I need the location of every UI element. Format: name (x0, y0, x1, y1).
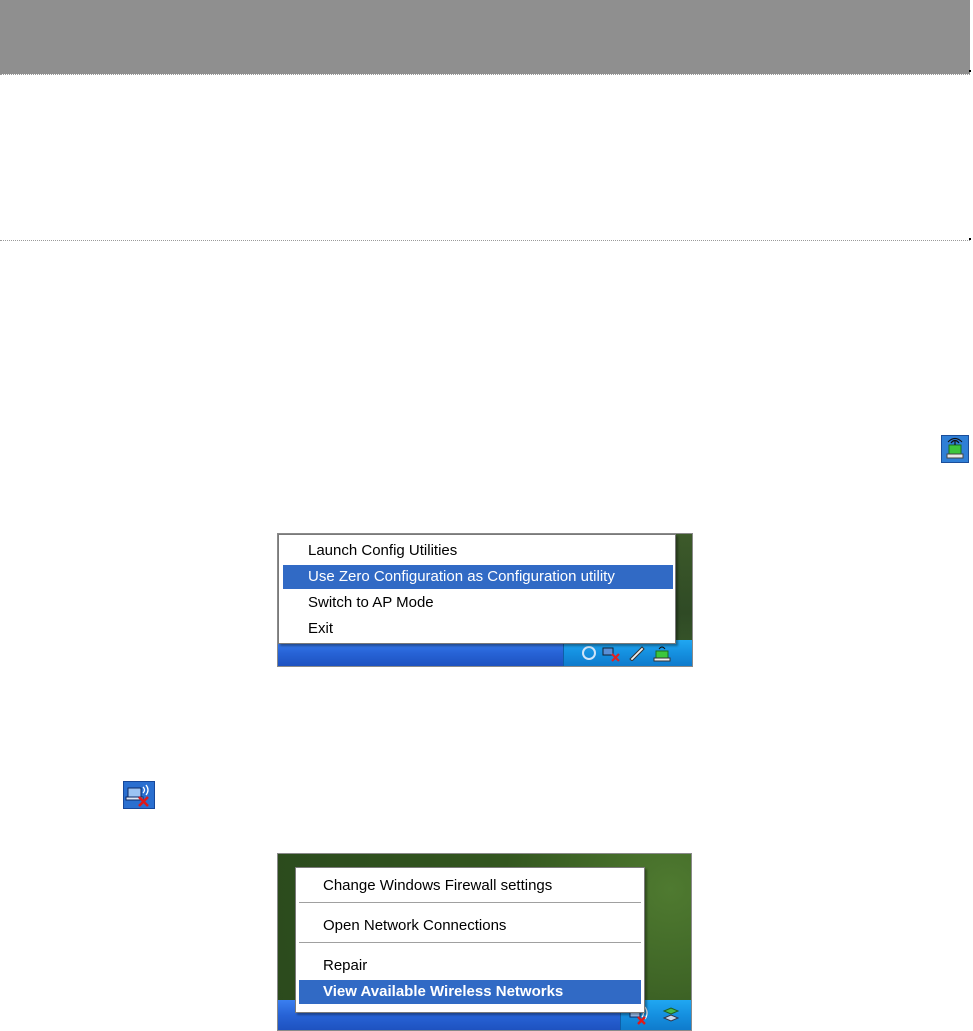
wireless-context-menu: Change Windows Firewall settings Open Ne… (295, 867, 645, 1013)
menu-item-open-network-connections[interactable]: Open Network Connections (299, 914, 641, 938)
header-corner-mark (969, 70, 971, 72)
ralink-tray-icon[interactable] (652, 643, 672, 663)
menu-item-exit[interactable]: Exit (283, 617, 673, 641)
header-divider (0, 74, 970, 75)
menu-item-use-zero-config[interactable]: Use Zero Configuration as Configuration … (283, 565, 673, 589)
wireless-menu-screenshot: Change Windows Firewall settings Open Ne… (277, 853, 692, 1031)
menu-item-firewall-settings[interactable]: Change Windows Firewall settings (299, 874, 641, 898)
menu-item-switch-ap-mode[interactable]: Switch to AP Mode (283, 591, 673, 615)
menu-item-launch-config[interactable]: Launch Config Utilities (283, 539, 673, 563)
network-disconnected-icon (602, 647, 620, 662)
menu-separator (299, 942, 641, 944)
page-header-bar (0, 0, 970, 74)
utility-menu-screenshot: Launch Config Utilities Use Zero Configu… (277, 533, 693, 667)
utility-context-menu: Launch Config Utilities Use Zero Configu… (278, 534, 676, 644)
ralink-utility-icon (941, 435, 969, 463)
menu-item-view-wireless-networks[interactable]: View Available Wireless Networks (299, 980, 641, 1004)
pen-icon (629, 646, 645, 661)
menu-item-repair[interactable]: Repair (299, 954, 641, 978)
wireless-network-disconnected-icon (123, 781, 155, 809)
menu-separator (299, 902, 641, 904)
section-divider (0, 240, 970, 241)
section-corner-mark (969, 238, 971, 240)
speaker-icon (582, 646, 596, 660)
network-connections-icon (662, 1007, 680, 1022)
